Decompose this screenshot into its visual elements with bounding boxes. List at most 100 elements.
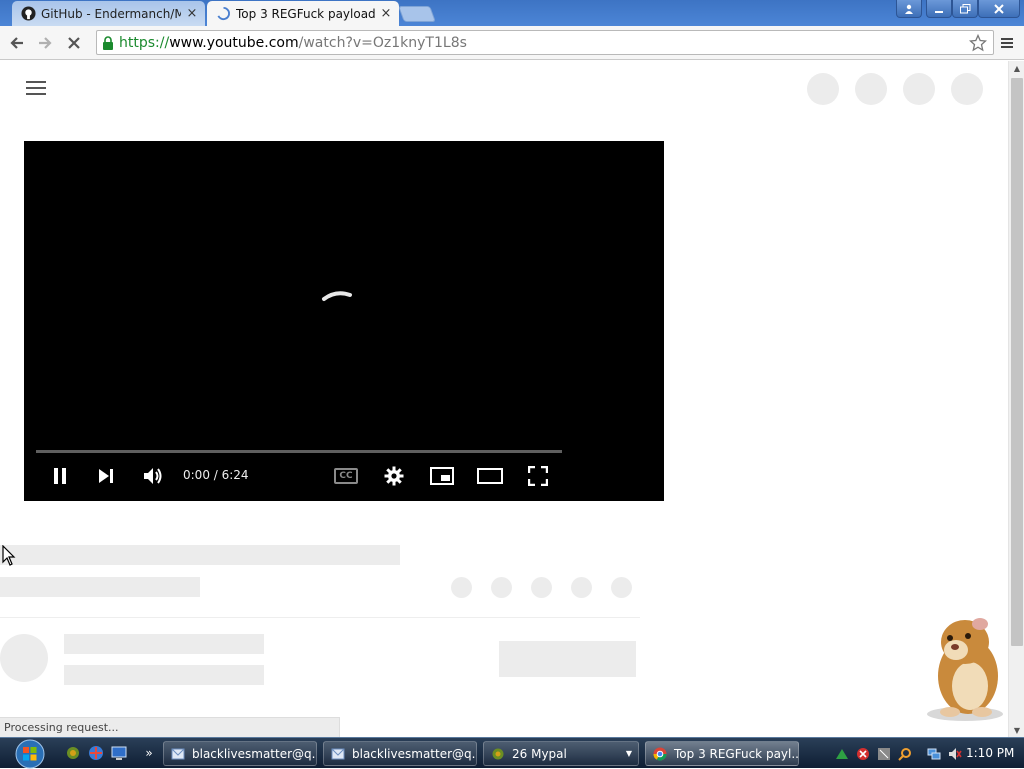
new-tab-button[interactable]: [398, 6, 436, 22]
back-button[interactable]: [5, 31, 29, 55]
gear-icon: [384, 466, 404, 486]
windows-taskbar: » blacklivesmatter@q... blacklivesmatter…: [0, 737, 1024, 769]
browser-title-bar: GitHub - Endermanch/Ma × Top 3 REGFuck p…: [0, 0, 1024, 26]
taskbar-button-label: 26 Mypal: [512, 746, 567, 761]
back-arrow-icon: [10, 37, 23, 49]
pause-icon: [54, 468, 66, 484]
taskbar-button-mypal[interactable]: 26 Mypal ▼: [483, 741, 639, 766]
minimize-icon: [935, 10, 943, 13]
fullscreen-button[interactable]: [524, 463, 552, 489]
theater-mode-button[interactable]: [476, 463, 504, 489]
tray-app-icon[interactable]: [876, 746, 892, 762]
channel-avatar-placeholder: [0, 634, 48, 682]
skip-next-icon: [99, 469, 113, 483]
action-placeholder-circle: [571, 577, 592, 598]
volume-muted-icon[interactable]: [947, 746, 963, 762]
windows-logo-icon: [15, 739, 45, 769]
taskbar-button-label: Top 3 REGFuck payl...: [674, 746, 799, 761]
action-placeholder-circle: [531, 577, 552, 598]
pause-button[interactable]: [48, 463, 72, 489]
action-placeholder-circle: [451, 577, 472, 598]
mouse-cursor-icon: [2, 545, 16, 566]
close-tab-icon[interactable]: ×: [185, 6, 199, 21]
video-player[interactable]: 0:00 / 6:24 CC: [24, 141, 664, 501]
taskbar-button-email-2[interactable]: blacklivesmatter@q...: [323, 741, 477, 766]
taskbar-button-label: blacklivesmatter@q...: [352, 746, 477, 761]
status-bubble: Processing request...: [0, 717, 340, 737]
channel-name-placeholder: [64, 634, 264, 654]
stop-button[interactable]: [62, 31, 86, 55]
tab-youtube[interactable]: Top 3 REGFuck payloads ( ×: [207, 1, 399, 26]
start-button[interactable]: [8, 739, 52, 769]
forward-button[interactable]: [33, 31, 57, 55]
network-connection-icon[interactable]: [926, 746, 942, 762]
browser-toolbar: https:// www.youtube.com /watch?v=Oz1kny…: [0, 26, 1024, 60]
star-icon: [969, 34, 987, 52]
chrome-icon: [652, 746, 668, 762]
progress-bar[interactable]: [36, 450, 562, 453]
taskbar-button-label: blacklivesmatter@q...: [192, 746, 317, 761]
address-bar[interactable]: https:// www.youtube.com /watch?v=Oz1kny…: [96, 30, 994, 55]
restore-button[interactable]: [952, 0, 978, 18]
header-placeholder-circle: [807, 73, 839, 105]
quicklaunch-desktop-icon[interactable]: [110, 744, 128, 762]
security-alert-icon[interactable]: [855, 746, 871, 762]
restore-icon: [959, 3, 970, 13]
taskbar-button-chrome[interactable]: Top 3 REGFuck payl...: [645, 741, 799, 766]
minimize-button[interactable]: [926, 0, 952, 18]
volume-button[interactable]: [140, 463, 166, 489]
quicklaunch-overflow-icon[interactable]: »: [140, 744, 158, 762]
quicklaunch-browser-icon[interactable]: [87, 744, 105, 762]
header-placeholder-circle: [855, 73, 887, 105]
quicklaunch-mypal-icon[interactable]: [64, 744, 82, 762]
chrome-menu-button[interactable]: [995, 31, 1019, 55]
subscriber-count-placeholder: [64, 665, 264, 685]
url-path: /watch?v=Oz1knyT1L8s: [298, 34, 467, 51]
miniplayer-button[interactable]: [428, 463, 456, 489]
github-icon: [20, 6, 36, 22]
volume-icon: [144, 468, 162, 484]
menu-icon: [1001, 38, 1013, 48]
scrollbar-thumb[interactable]: [1011, 78, 1023, 646]
tab-github[interactable]: GitHub - Endermanch/Ma ×: [12, 1, 205, 26]
email-app-icon: [170, 746, 186, 762]
mypal-browser-icon: [490, 746, 506, 762]
scroll-down-arrow-icon[interactable]: ▼: [1009, 723, 1024, 737]
lock-icon: [97, 35, 119, 50]
profile-button[interactable]: [896, 0, 922, 18]
group-dropdown-icon[interactable]: ▼: [626, 749, 632, 758]
close-tab-icon[interactable]: ×: [379, 6, 393, 21]
loading-spinner-icon: [215, 6, 231, 22]
action-placeholder-circle: [611, 577, 632, 598]
buffering-spinner-icon: [322, 291, 352, 301]
miniplayer-icon: [430, 467, 454, 485]
url-scheme: https://: [119, 34, 170, 51]
user-icon: [905, 4, 913, 14]
tab-label: GitHub - Endermanch/Ma: [41, 6, 181, 21]
vertical-scrollbar[interactable]: ▲ ▼: [1008, 61, 1024, 737]
fullscreen-icon: [528, 466, 548, 486]
bookmark-star-button[interactable]: [966, 31, 990, 55]
close-icon: [994, 3, 1004, 14]
close-window-button[interactable]: [978, 0, 1020, 18]
section-divider: [0, 617, 640, 618]
next-button[interactable]: [94, 463, 118, 489]
tab-label: Top 3 REGFuck payloads (: [236, 6, 375, 21]
settings-button[interactable]: [380, 463, 408, 489]
guide-menu-icon[interactable]: [26, 81, 46, 97]
subtitles-button[interactable]: CC: [332, 463, 360, 489]
email-app-icon: [330, 746, 346, 762]
network-green-icon[interactable]: [834, 746, 850, 762]
youtube-page: 0:00 / 6:24 CC: [0, 61, 1008, 737]
closed-captions-icon: CC: [334, 468, 358, 484]
url-host: www.youtube.com: [169, 34, 299, 51]
subscribe-button-placeholder: [499, 641, 636, 677]
views-placeholder: [0, 577, 200, 597]
search-tray-icon[interactable]: [897, 746, 913, 762]
taskbar-button-email-1[interactable]: blacklivesmatter@q...: [163, 741, 317, 766]
time-display: 0:00 / 6:24: [183, 468, 249, 482]
forward-arrow-icon: [39, 37, 52, 49]
scroll-up-arrow-icon[interactable]: ▲: [1009, 61, 1024, 75]
taskbar-clock[interactable]: 1:10 PM: [966, 746, 1014, 760]
header-placeholder-circle: [903, 73, 935, 105]
